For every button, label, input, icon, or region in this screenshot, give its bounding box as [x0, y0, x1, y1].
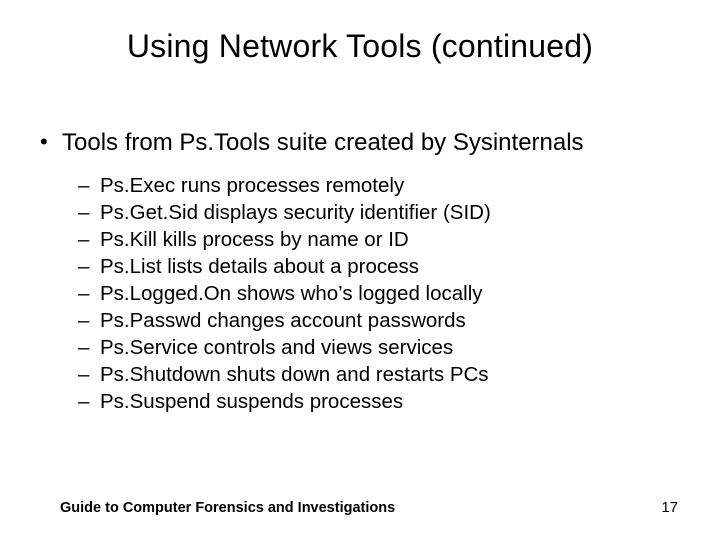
bullet-text: Ps.Suspend suspends processes	[100, 388, 403, 415]
bullet-dash-icon: –	[78, 388, 100, 415]
bullet-dash-icon: –	[78, 307, 100, 334]
slide-body: • Tools from Ps.Tools suite created by S…	[40, 128, 680, 415]
bullet-text: Ps.List lists details about a process	[100, 253, 419, 280]
bullet-level-2: – Ps.Passwd changes account passwords	[78, 307, 680, 334]
bullet-text: Ps.Kill kills process by name or ID	[100, 226, 409, 253]
bullet-dash-icon: –	[78, 361, 100, 388]
slide: Using Network Tools (continued) • Tools …	[0, 0, 720, 540]
bullet-text: Tools from Ps.Tools suite created by Sys…	[62, 128, 584, 158]
bullet-level-2: – Ps.Shutdown shuts down and restarts PC…	[78, 361, 680, 388]
page-number: 17	[661, 499, 678, 516]
bullet-dot-icon: •	[40, 128, 62, 156]
bullet-dash-icon: –	[78, 172, 100, 199]
slide-title: Using Network Tools (continued)	[0, 28, 720, 65]
bullet-level-2: – Ps.Kill kills process by name or ID	[78, 226, 680, 253]
bullet-level-1: • Tools from Ps.Tools suite created by S…	[40, 128, 680, 158]
bullet-level-2: – Ps.Service controls and views services	[78, 334, 680, 361]
bullet-dash-icon: –	[78, 280, 100, 307]
bullet-level-2: – Ps.List lists details about a process	[78, 253, 680, 280]
bullet-text: Ps.Get.Sid displays security identifier …	[100, 199, 491, 226]
bullet-level-2: – Ps.Suspend suspends processes	[78, 388, 680, 415]
bullet-dash-icon: –	[78, 253, 100, 280]
bullet-text: Ps.Logged.On shows who’s logged locally	[100, 280, 483, 307]
bullet-dash-icon: –	[78, 334, 100, 361]
bullet-dash-icon: –	[78, 199, 100, 226]
bullet-text: Ps.Exec runs processes remotely	[100, 172, 404, 199]
bullet-level-2: – Ps.Logged.On shows who’s logged locall…	[78, 280, 680, 307]
bullet-level-2: – Ps.Get.Sid displays security identifie…	[78, 199, 680, 226]
bullet-level-2: – Ps.Exec runs processes remotely	[78, 172, 680, 199]
bullet-text: Ps.Shutdown shuts down and restarts PCs	[100, 361, 489, 388]
bullet-text: Ps.Passwd changes account passwords	[100, 307, 466, 334]
bullet-dash-icon: –	[78, 226, 100, 253]
bullet-text: Ps.Service controls and views services	[100, 334, 453, 361]
footer-text: Guide to Computer Forensics and Investig…	[60, 500, 660, 516]
